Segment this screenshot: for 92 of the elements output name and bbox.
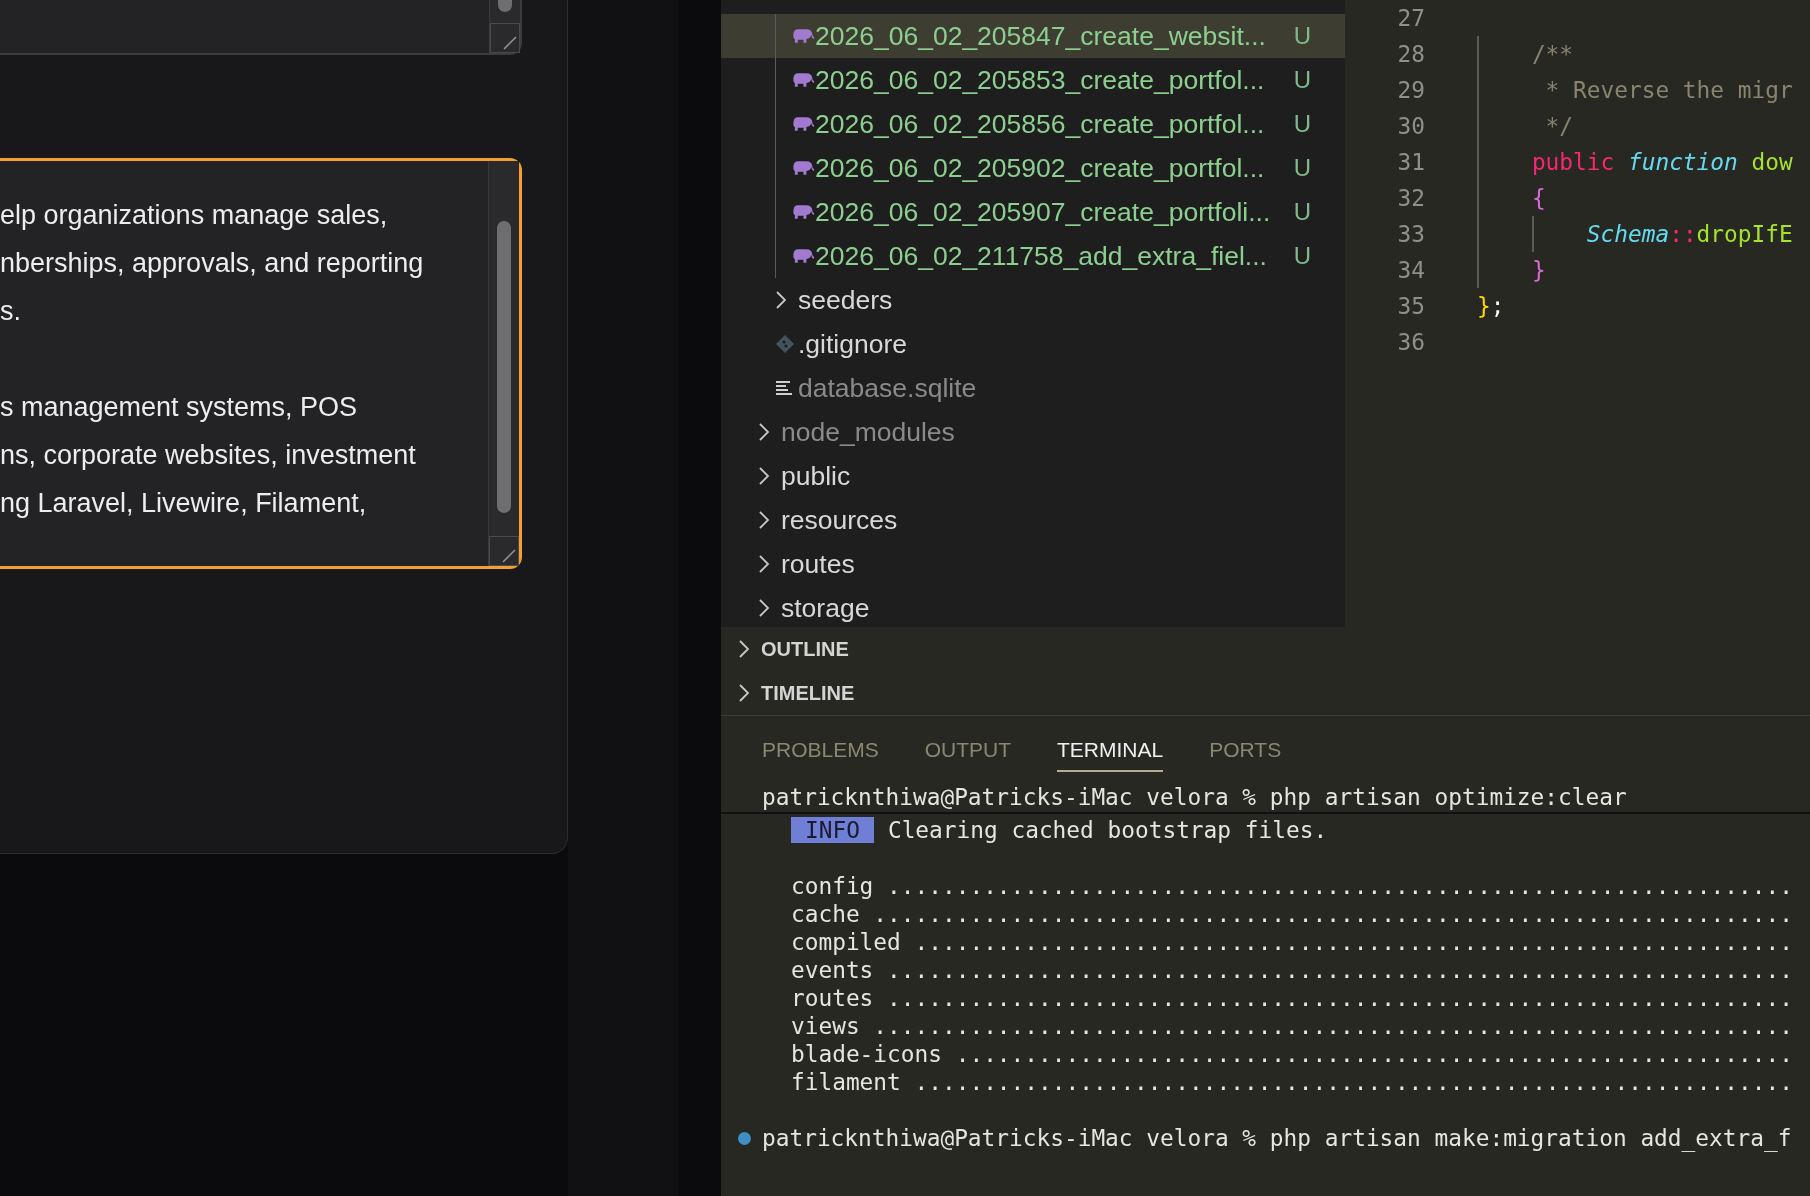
file-tree-item[interactable]: 2026_06_02_205856_create_portfol... U <box>721 102 1345 146</box>
file-name: public <box>781 460 851 492</box>
line-number: 32 <box>1396 185 1425 211</box>
code-line: public function dow <box>1530 149 1793 175</box>
scroll-thumb[interactable] <box>497 221 511 513</box>
elephant-icon <box>792 159 815 177</box>
elephant-icon <box>792 203 815 221</box>
line-number: 35 <box>1396 293 1425 319</box>
lines-icon <box>775 380 793 396</box>
code-line: } <box>1530 257 1546 283</box>
code-line: { <box>1530 185 1546 211</box>
text-area[interactable]: elp organizations manage sales, nberships, approvals, and reporting s. s management systems, POS ns, corporate websites, investment ng Laravel, Livewire, Filament, <box>0 158 522 569</box>
code-line: /** <box>1530 41 1574 67</box>
code-line: }; <box>1477 293 1505 319</box>
file-name: seeders <box>798 284 893 316</box>
file-tree-item[interactable]: 2026_06_02_205902_create_portfol... U <box>721 146 1345 190</box>
file-tree-item[interactable]: 2026_06_02_205907_create_portfoli... U <box>721 190 1345 234</box>
git-status: U <box>1293 66 1311 94</box>
file-name: 2026_06_02_205856_create_portfol... <box>815 108 1265 140</box>
terminal-line: patricknthiwa@Patricks-iMac velora % php artisan make:migration add_extra_f <box>762 1124 1792 1152</box>
code-line: * Reverse the migr <box>1544 77 1793 103</box>
line-number: 34 <box>1396 257 1425 283</box>
file-name: database.sqlite <box>798 372 977 404</box>
line-number: 29 <box>1396 77 1425 103</box>
text-area[interactable] <box>0 0 522 55</box>
file-name: 2026_06_02_205902_create_portfol... <box>815 152 1265 184</box>
chevron-right-icon <box>758 422 770 442</box>
file-tree-item[interactable]: 2026_06_02_205853_create_portfol... U <box>721 58 1345 102</box>
file-name: 2026_06_02_211758_add_extra_fiel... <box>815 240 1267 272</box>
file-name: routes <box>781 548 855 580</box>
terminal-line: blade-icons ............................................................. <box>791 1040 1793 1068</box>
elephant-icon <box>792 247 815 265</box>
terminal-line: routes .................................................................. <box>791 984 1793 1012</box>
resize-grip-icon[interactable] <box>490 23 520 53</box>
panel-tab[interactable]: OUTPUT <box>924 738 1012 772</box>
terminal-line: filament ................................................................ <box>791 1068 1793 1096</box>
file-name: resources <box>781 504 898 536</box>
info-badge: INFO <box>791 817 874 843</box>
resize-grip-icon[interactable] <box>489 536 519 566</box>
file-tree-item[interactable]: seeders <box>721 278 1345 322</box>
panel-tab[interactable]: PROBLEMS <box>762 738 879 772</box>
git-status: U <box>1293 154 1311 182</box>
elephant-icon <box>792 115 815 133</box>
diamond-icon <box>775 334 795 354</box>
git-status: U <box>1293 198 1311 226</box>
chevron-icon <box>737 639 751 659</box>
line-number: 31 <box>1396 149 1425 175</box>
terminal-line: Clearing cached bootstrap files. <box>887 816 1328 844</box>
terminal-line: compiled ................................................................ <box>791 928 1793 956</box>
terminal-line: views ................................................................... <box>791 1012 1793 1040</box>
file-name: 2026_06_02_205907_create_portfoli... <box>815 196 1271 228</box>
line-number: 28 <box>1396 41 1425 67</box>
file-name: 2026_06_02_205847_create_websit... <box>815 20 1266 52</box>
chevron-right-icon <box>775 290 787 310</box>
git-status: U <box>1293 22 1311 50</box>
elephant-icon <box>792 71 815 89</box>
line-number: 27 <box>1396 5 1425 31</box>
file-tree-item[interactable]: .gitignore <box>721 322 1345 366</box>
code-line: Schema::dropIfE <box>1585 221 1793 247</box>
terminal-line: patricknthiwa@Patricks-iMac velora % php artisan optimize:clear <box>762 782 1627 811</box>
file-tree-item[interactable]: 2026_06_02_205847_create_websit... U <box>721 14 1345 58</box>
elephant-icon <box>792 27 815 45</box>
panel-tab[interactable]: TERMINAL <box>1057 738 1164 772</box>
file-tree-item[interactable]: node_modules <box>721 410 1345 454</box>
code-line: */ <box>1544 113 1574 139</box>
chevron-icon <box>737 683 751 703</box>
panel-tab[interactable]: PORTS <box>1209 738 1282 772</box>
file-tree-item[interactable]: routes <box>721 542 1345 586</box>
file-name: 2026_06_02_205853_create_portfol... <box>815 64 1265 96</box>
file-tree-item[interactable]: resources <box>721 498 1345 542</box>
file-tree-item[interactable]: database.sqlite <box>721 366 1345 410</box>
terminal-line: events .................................................................. <box>791 956 1793 984</box>
chevron-right-icon <box>758 510 770 530</box>
terminal-line: config .................................................................. <box>791 872 1793 900</box>
chevron-right-icon <box>758 554 770 574</box>
line-number: 36 <box>1396 329 1425 355</box>
file-name: node_modules <box>781 416 955 448</box>
line-number: 30 <box>1396 113 1425 139</box>
file-name: .gitignore <box>798 328 907 360</box>
scroll-thumb[interactable] <box>498 0 512 12</box>
line-number: 33 <box>1396 221 1425 247</box>
git-status: U <box>1293 242 1311 270</box>
terminal-line: cache ................................................................... <box>791 900 1793 928</box>
file-tree-item[interactable]: public <box>721 454 1345 498</box>
file-tree-item[interactable]: 2026_06_02_211758_add_extra_fiel... U <box>721 234 1345 278</box>
section-header[interactable]: OUTLINE <box>721 627 1345 671</box>
chevron-right-icon <box>758 466 770 486</box>
section-header[interactable]: TIMELINE <box>721 671 1345 715</box>
git-status: U <box>1293 110 1311 138</box>
file-tree-item[interactable]: storage <box>721 586 1345 630</box>
file-name: storage <box>781 592 870 624</box>
chevron-right-icon <box>758 598 770 618</box>
